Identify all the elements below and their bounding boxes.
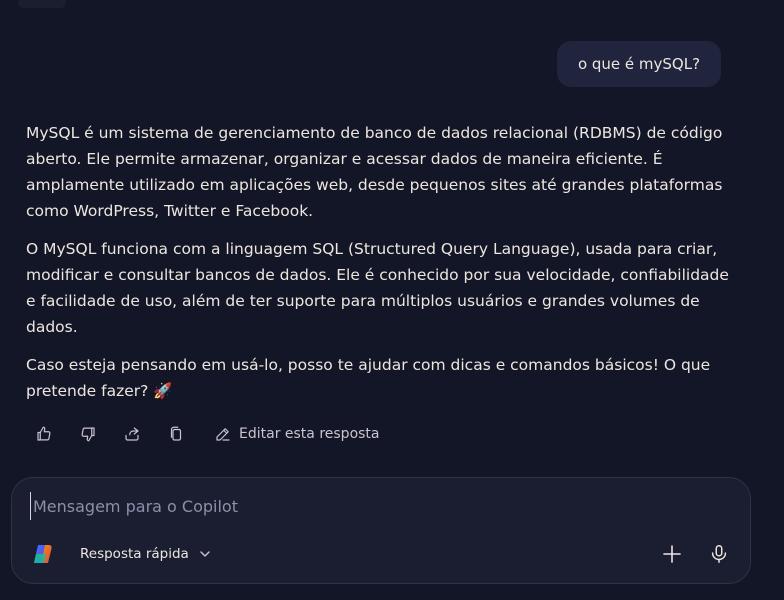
thumbs-down-icon (81, 427, 95, 442)
response-mode-select[interactable]: Resposta rápida (80, 542, 211, 566)
user-message-bubble: o que é mySQL? (557, 41, 721, 87)
response-mode-label: Resposta rápida (80, 546, 189, 562)
user-message-text: o que é mySQL? (577, 55, 701, 73)
assistant-paragraph: O MySQL funciona com a linguagem SQL (St… (26, 240, 729, 336)
edit-icon (216, 428, 230, 441)
add-button[interactable] (658, 540, 686, 568)
assistant-paragraph: MySQL é um sistema de gerenciamento de b… (26, 124, 723, 220)
copy-icon (170, 426, 182, 441)
thumbs-down-button[interactable] (74, 420, 102, 448)
edit-response-label: Editar esta resposta (239, 426, 380, 442)
plus-icon (663, 545, 681, 563)
chevron-down-icon (200, 551, 210, 557)
copilot-logo-icon[interactable] (31, 542, 55, 566)
assistant-message: MySQL é um sistema de gerenciamento de b… (26, 120, 738, 416)
share-button[interactable] (118, 420, 146, 448)
copy-button[interactable] (162, 420, 190, 448)
microphone-button[interactable] (705, 540, 733, 568)
message-actions: Editar esta resposta (30, 420, 380, 448)
message-composer: Resposta rápida (11, 477, 751, 584)
microphone-icon (711, 545, 727, 563)
thumbs-up-icon (37, 426, 51, 441)
edit-response-button[interactable]: Editar esta resposta (214, 425, 380, 443)
chat-page: o que é mySQL? MySQL é um sistema de ger… (0, 0, 784, 600)
message-input[interactable] (30, 492, 633, 520)
top-fade (18, 0, 66, 8)
share-icon (125, 427, 139, 441)
thumbs-up-button[interactable] (30, 420, 58, 448)
assistant-paragraph: Caso esteja pensando em usá-lo, posso te… (26, 356, 711, 400)
